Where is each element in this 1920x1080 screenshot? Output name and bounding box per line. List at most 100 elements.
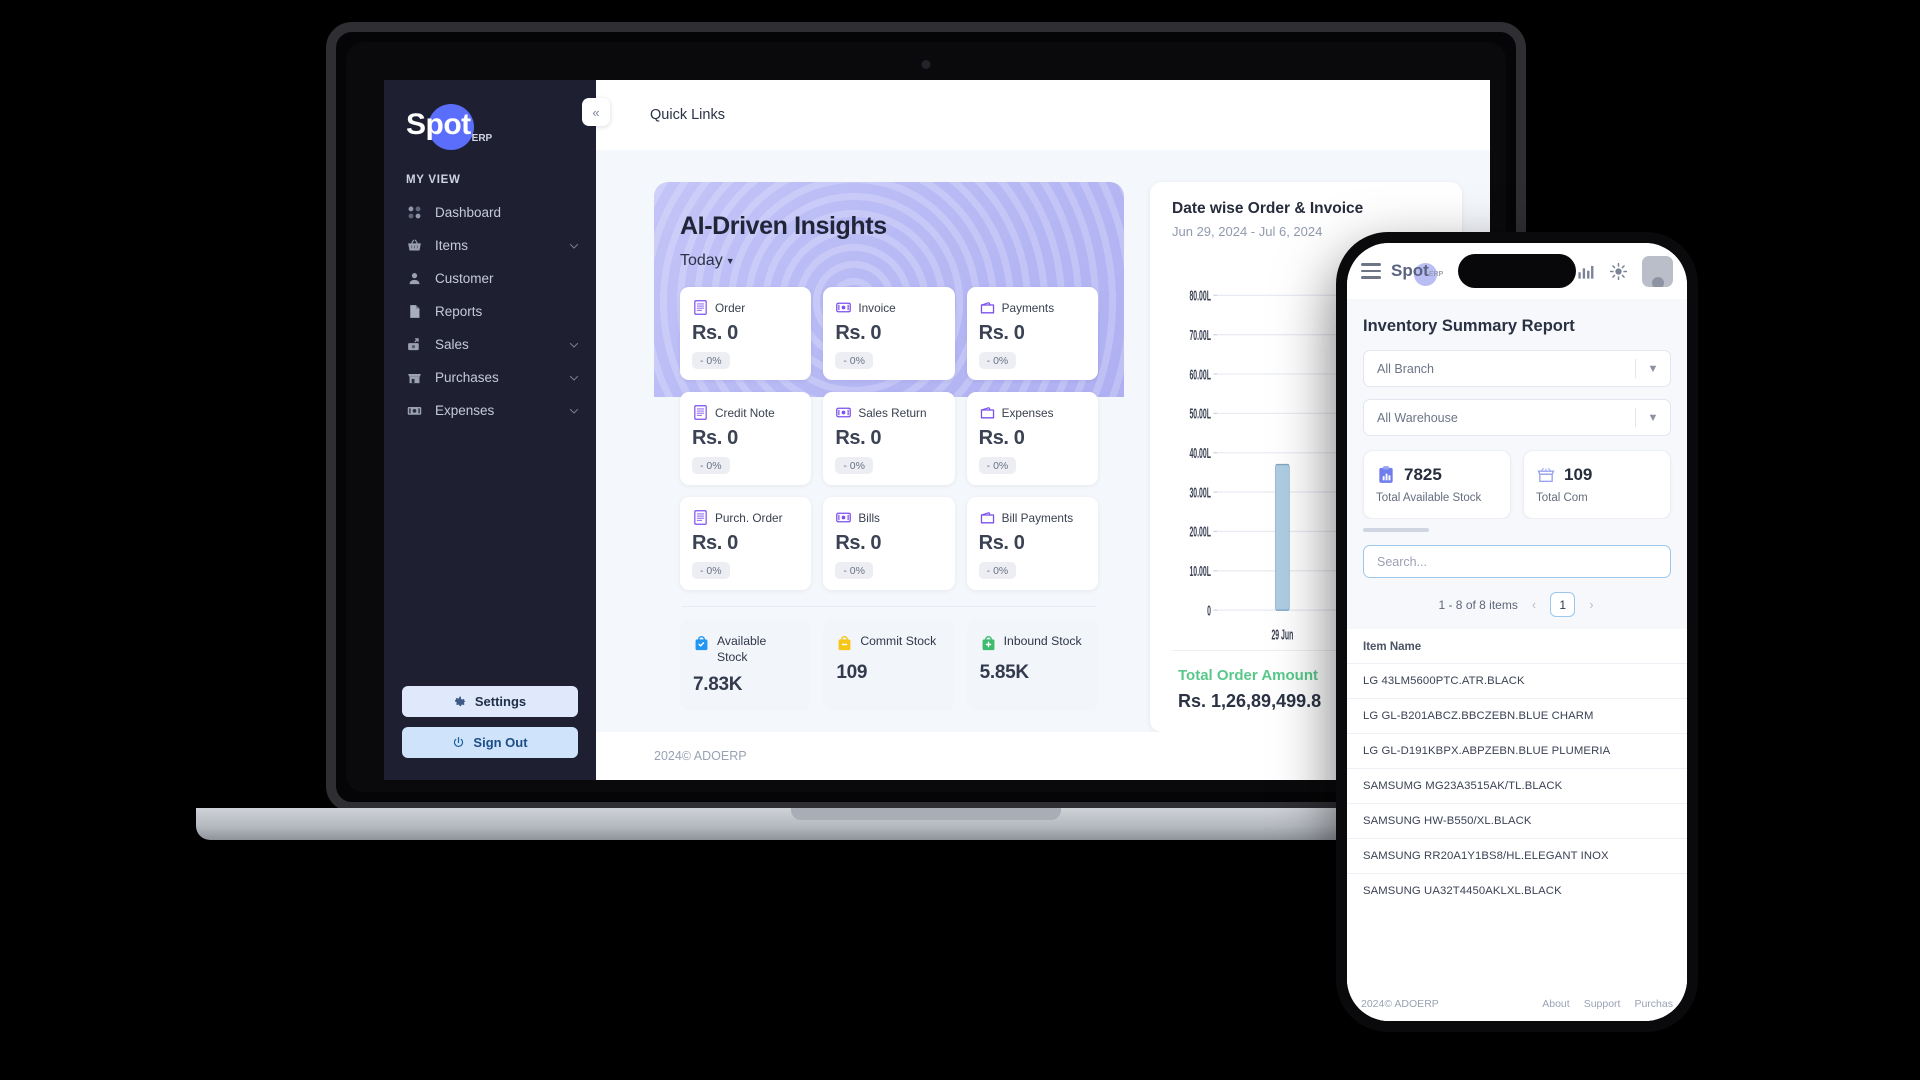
brand-logo[interactable]: Spot ERP	[384, 94, 596, 156]
screenshot-stage: Spot ERP MY VIEW Dashboard Items Custome…	[0, 0, 1920, 1080]
grid-icon	[408, 206, 421, 219]
metric-tile-label: Order	[715, 300, 746, 315]
metric-tile[interactable]: Invoice Rs. 0 - 0%	[823, 287, 955, 380]
list-item[interactable]: SAMSUNG UA32T4450AKLXL.BLACK	[1347, 873, 1687, 908]
svg-text:60.00L: 60.00L	[1189, 368, 1210, 383]
metric-tile[interactable]: Bill Payments Rs. 0 - 0%	[966, 497, 1098, 590]
sidebar-collapse-button[interactable]: «	[582, 98, 610, 126]
stock-card-value: 109	[836, 662, 868, 683]
next-page-button[interactable]: ›	[1587, 597, 1595, 612]
metric-tile[interactable]: Purch. Order Rs. 0 - 0%	[680, 497, 812, 590]
metric-tile[interactable]: Sales Return Rs. 0 - 0%	[823, 392, 955, 485]
sidebar-item-reports[interactable]: Reports	[384, 295, 596, 328]
signout-label: Sign Out	[473, 735, 528, 750]
sidebar-item-label: Reports	[435, 304, 483, 319]
sun-icon[interactable]	[1609, 262, 1628, 281]
svg-text:10.00L: 10.00L	[1189, 565, 1210, 580]
wallet-icon	[980, 512, 994, 524]
phone-brand-logo[interactable]: Spot ERP	[1391, 261, 1443, 286]
prev-page-button[interactable]: ‹	[1530, 597, 1538, 612]
sidebar: Spot ERP MY VIEW Dashboard Items Custome…	[384, 80, 596, 780]
laptop-notch	[791, 808, 1061, 820]
metric-tile[interactable]: Bills Rs. 0 - 0%	[823, 497, 955, 590]
metric-tile-header: Purch. Order	[692, 509, 799, 526]
metric-tile[interactable]: Order Rs. 0 - 0%	[680, 287, 812, 380]
footer-link[interactable]: Support	[1584, 998, 1621, 1010]
chevron-down-icon: ▼	[1647, 362, 1659, 375]
metric-tile-value: Rs. 0	[692, 322, 738, 344]
topbar: « Quick Links	[582, 80, 1490, 150]
stock-card[interactable]: Available Stock 7.83K	[680, 620, 812, 711]
sidebar-item-label: Sales	[435, 337, 469, 352]
stock-card[interactable]: Inbound Stock 5.85K	[966, 620, 1098, 711]
signout-button[interactable]: Sign Out	[402, 727, 578, 758]
sidebar-item-expenses[interactable]: Expenses	[384, 394, 596, 427]
metric-tile-change-badge: - 0%	[692, 352, 730, 369]
metric-tile-header: Invoice	[835, 299, 942, 316]
sidebar-item-label: Customer	[435, 271, 494, 286]
phone-mockup: Spot ERP Inventory Summary Report All Br…	[1336, 232, 1698, 1032]
dynamic-island	[1458, 254, 1576, 288]
phone-page-title: Inventory Summary Report	[1363, 317, 1575, 335]
phone-body: Inventory Summary Report All Branch ▼ Al…	[1347, 299, 1687, 987]
footer-link[interactable]: Purchas	[1634, 998, 1673, 1010]
sidebar-item-items[interactable]: Items	[384, 229, 596, 262]
list-item[interactable]: SAMSUNG RR20A1Y1BS8/HL.ELEGANT INOX	[1347, 838, 1687, 873]
webcam-icon	[921, 60, 931, 69]
metric-tile-label: Bill Payments	[1001, 510, 1074, 525]
list-item[interactable]: LG GL-B201ABCZ.BBCZEBN.BLUE CHARM	[1347, 698, 1687, 733]
svg-text:70.00L: 70.00L	[1189, 328, 1210, 343]
stock-card[interactable]: Commit Stock 109	[823, 620, 955, 711]
item-list-column-header: Item Name	[1363, 641, 1422, 653]
sidebar-item-sales[interactable]: Sales	[384, 328, 596, 361]
list-item[interactable]: LG GL-D191KBPX.ABPZEBN.BLUE PLUMERIA	[1347, 733, 1687, 768]
horizontal-scrollbar[interactable]	[1363, 528, 1429, 532]
sidebar-item-dashboard[interactable]: Dashboard	[384, 196, 596, 229]
laptop-screen: Spot ERP MY VIEW Dashboard Items Custome…	[384, 80, 1490, 780]
sidebar-item-customer[interactable]: Customer	[384, 262, 596, 295]
search-field-wrapper[interactable]	[1363, 545, 1671, 578]
phone-footer-links: About Support Purchas	[1542, 998, 1673, 1010]
list-item[interactable]: LG 43LM5600PTC.ATR.BLACK	[1347, 663, 1687, 698]
metric-tile-change-badge: - 0%	[978, 562, 1017, 579]
avatar[interactable]	[1642, 255, 1673, 287]
list-item[interactable]: SAMSUNG HW-B550/XL.BLACK	[1347, 803, 1687, 838]
receipt-icon	[694, 510, 707, 525]
store-icon	[408, 373, 421, 384]
money-icon	[836, 302, 852, 313]
clipboard-chart-icon	[1379, 466, 1393, 483]
pagination: 1 - 8 of 8 items ‹ 1 ›	[1347, 578, 1687, 617]
search-input[interactable]	[1377, 554, 1657, 569]
warehouse-select[interactable]: All Warehouse ▼	[1363, 399, 1671, 436]
stock-card-label: Inbound Stock	[1003, 634, 1082, 648]
chevron-down-icon	[569, 408, 579, 414]
branch-select[interactable]: All Branch ▼	[1363, 350, 1671, 387]
chevron-down-icon	[569, 243, 579, 249]
phone-footer: 2024© ADOERP About Support Purchas	[1347, 987, 1687, 1021]
metric-tile-header: Order	[692, 299, 799, 316]
footer-link[interactable]: About	[1542, 998, 1569, 1010]
money-icon	[836, 512, 852, 523]
stock-card-label: Commit Stock	[860, 634, 937, 648]
item-count-label: 1 - 8 of 8 items	[1438, 597, 1518, 612]
quick-links-label[interactable]: Quick Links	[650, 107, 725, 123]
stock-card-grid: Available Stock 7.83K Commit Stock 109 I…	[680, 620, 1098, 732]
page-number-button[interactable]: 1	[1550, 592, 1576, 617]
branch-select-value: All Branch	[1377, 361, 1434, 376]
svg-text:30.00L: 30.00L	[1189, 486, 1210, 501]
sidebar-section-label: MY VIEW	[406, 174, 461, 186]
settings-button[interactable]: Settings	[402, 686, 578, 717]
list-item[interactable]: SAMSUMG MG23A3515AK/TL.BLACK	[1347, 768, 1687, 803]
sidebar-item-purchases[interactable]: Purchases	[384, 361, 596, 394]
hamburger-menu-icon[interactable]	[1361, 263, 1381, 279]
stock-card-label: Available Stock	[717, 634, 767, 665]
metric-tile[interactable]: Credit Note Rs. 0 - 0%	[680, 392, 812, 485]
insights-inner: AI-Driven Insights Today ▼ Order Rs. 0 -…	[654, 182, 1124, 732]
chevron-down-icon: ▼	[1647, 411, 1659, 424]
metric-tile[interactable]: Expenses Rs. 0 - 0%	[966, 392, 1098, 485]
sidebar-item-label: Purchases	[435, 370, 499, 385]
bar-chart-icon[interactable]	[1576, 262, 1595, 281]
period-selector[interactable]: Today ▼	[680, 252, 735, 270]
metric-tile-label: Invoice	[858, 300, 896, 315]
metric-tile[interactable]: Payments Rs. 0 - 0%	[966, 287, 1098, 380]
